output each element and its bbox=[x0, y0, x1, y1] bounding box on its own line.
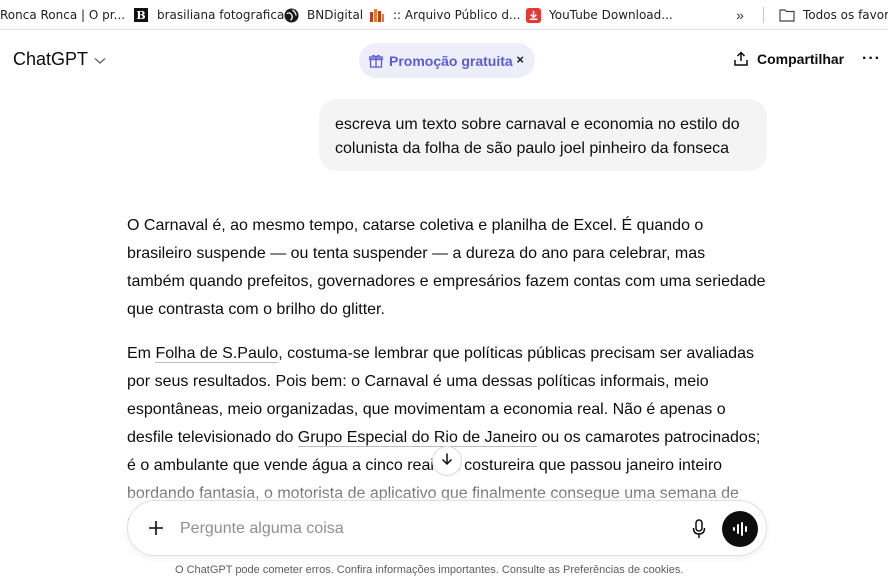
entity-link-grupo-especial[interactable]: Grupo Especial do Rio de Janeiro bbox=[297, 429, 538, 447]
chevron-down-icon bbox=[94, 49, 106, 70]
promo-label: Promoção gratuita bbox=[389, 52, 513, 69]
svg-text:B: B bbox=[136, 9, 145, 22]
bookmark-all-favorites-folder[interactable]: Todos os favoritos bbox=[779, 0, 888, 29]
paragraph-text: Em bbox=[127, 345, 156, 362]
entity-link-folha[interactable]: Folha de S.Paulo bbox=[155, 345, 279, 363]
bookmark-label: Ronca Ronca | O pr... bbox=[0, 8, 126, 22]
bookmarks-overflow-button[interactable]: » bbox=[732, 0, 748, 29]
building-icon bbox=[369, 7, 385, 23]
prompt-input[interactable] bbox=[180, 518, 660, 540]
download-icon bbox=[525, 7, 541, 23]
chat-header: ChatGPT Promoção gratuita × Compartilhar… bbox=[0, 31, 888, 91]
assistant-paragraph: O Carnaval é, ao mesmo tempo, catarse co… bbox=[127, 217, 766, 318]
globe-icon bbox=[283, 7, 299, 23]
promo-badge[interactable]: Promoção gratuita × bbox=[359, 43, 535, 78]
bookmark-label: Todos os favoritos bbox=[803, 8, 888, 22]
bookmark-label: brasiliana fotografica bbox=[157, 8, 285, 22]
voice-mode-button[interactable] bbox=[722, 511, 758, 547]
bookmarks-bar: Ronca Ronca | O pr... B brasiliana fotog… bbox=[0, 0, 888, 30]
share-label: Compartilhar bbox=[757, 51, 845, 67]
bookmark-bndigital[interactable]: BNDigital bbox=[283, 0, 364, 29]
voice-waveform-icon bbox=[733, 522, 747, 536]
model-name: ChatGPT bbox=[13, 49, 89, 69]
plus-icon bbox=[149, 521, 163, 535]
share-icon bbox=[733, 51, 749, 67]
promo-close-button[interactable]: × bbox=[516, 52, 524, 67]
bookmark-youtube-download[interactable]: YouTube Download... bbox=[525, 0, 673, 29]
microphone-icon bbox=[692, 519, 706, 538]
letter-b-icon: B bbox=[133, 7, 149, 23]
bookmarks-divider bbox=[763, 7, 764, 23]
bookmark-label: :: Arquivo Público d... bbox=[393, 8, 521, 22]
user-message-bubble: escreva um texto sobre carnaval e econom… bbox=[319, 99, 767, 171]
message-composer bbox=[127, 500, 767, 556]
arrow-down-icon bbox=[440, 452, 454, 471]
model-selector[interactable]: ChatGPT bbox=[13, 49, 106, 70]
share-button[interactable]: Compartilhar bbox=[733, 51, 844, 67]
bookmark-ronca-ronca[interactable]: Ronca Ronca | O pr... bbox=[0, 0, 126, 29]
dictate-button[interactable] bbox=[688, 517, 710, 541]
bookmark-arquivo-publico[interactable]: :: Arquivo Público d... bbox=[369, 0, 521, 29]
scroll-to-bottom-button[interactable] bbox=[432, 446, 462, 476]
gift-icon bbox=[369, 54, 383, 68]
disclaimer-text: O ChatGPT pode cometer erros. Confira in… bbox=[175, 564, 684, 576]
bookmark-label: BNDigital bbox=[307, 8, 364, 22]
bookmark-label: YouTube Download... bbox=[549, 8, 673, 22]
more-options-button[interactable]: ··· bbox=[862, 50, 881, 68]
bookmark-brasiliana[interactable]: B brasiliana fotografica bbox=[133, 0, 285, 29]
folder-icon bbox=[779, 7, 795, 23]
add-attachment-button[interactable] bbox=[145, 517, 167, 539]
